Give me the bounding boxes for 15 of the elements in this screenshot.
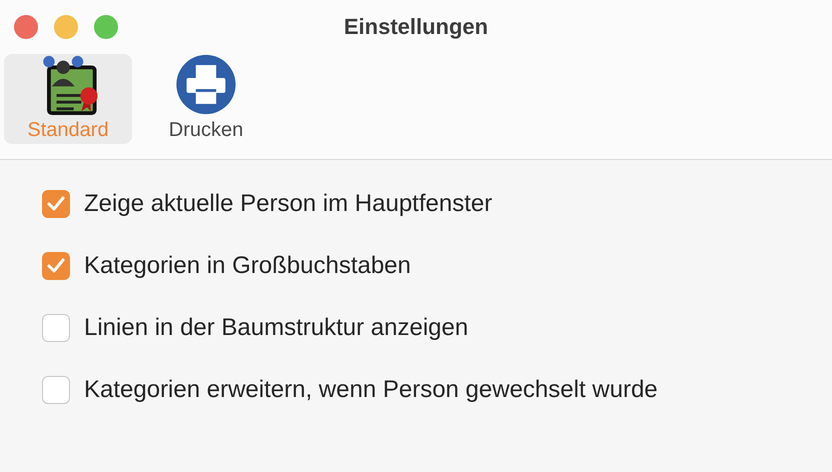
checkbox-label: Linien in der Baumstruktur anzeigen — [84, 314, 468, 342]
checkbox-label: Kategorien in Großbuchstaben — [84, 252, 411, 280]
checkbox[interactable] — [42, 376, 70, 404]
zoom-button[interactable] — [94, 15, 118, 39]
checkbox[interactable] — [42, 314, 70, 342]
checkbox[interactable] — [42, 190, 70, 218]
checkmark-icon — [47, 258, 65, 274]
toolbar-tab[interactable]: Drucken — [142, 54, 270, 144]
close-button[interactable] — [14, 15, 38, 39]
minimize-button[interactable] — [54, 15, 78, 39]
window-title: Einstellungen — [344, 14, 488, 40]
checkbox-label: Zeige aktuelle Person im Hauptfenster — [84, 190, 492, 218]
checkmark-icon — [47, 196, 65, 212]
checkbox[interactable] — [42, 252, 70, 280]
checkbox-label: Kategorien erweitern, wenn Person gewechselt wurde — [84, 376, 658, 404]
